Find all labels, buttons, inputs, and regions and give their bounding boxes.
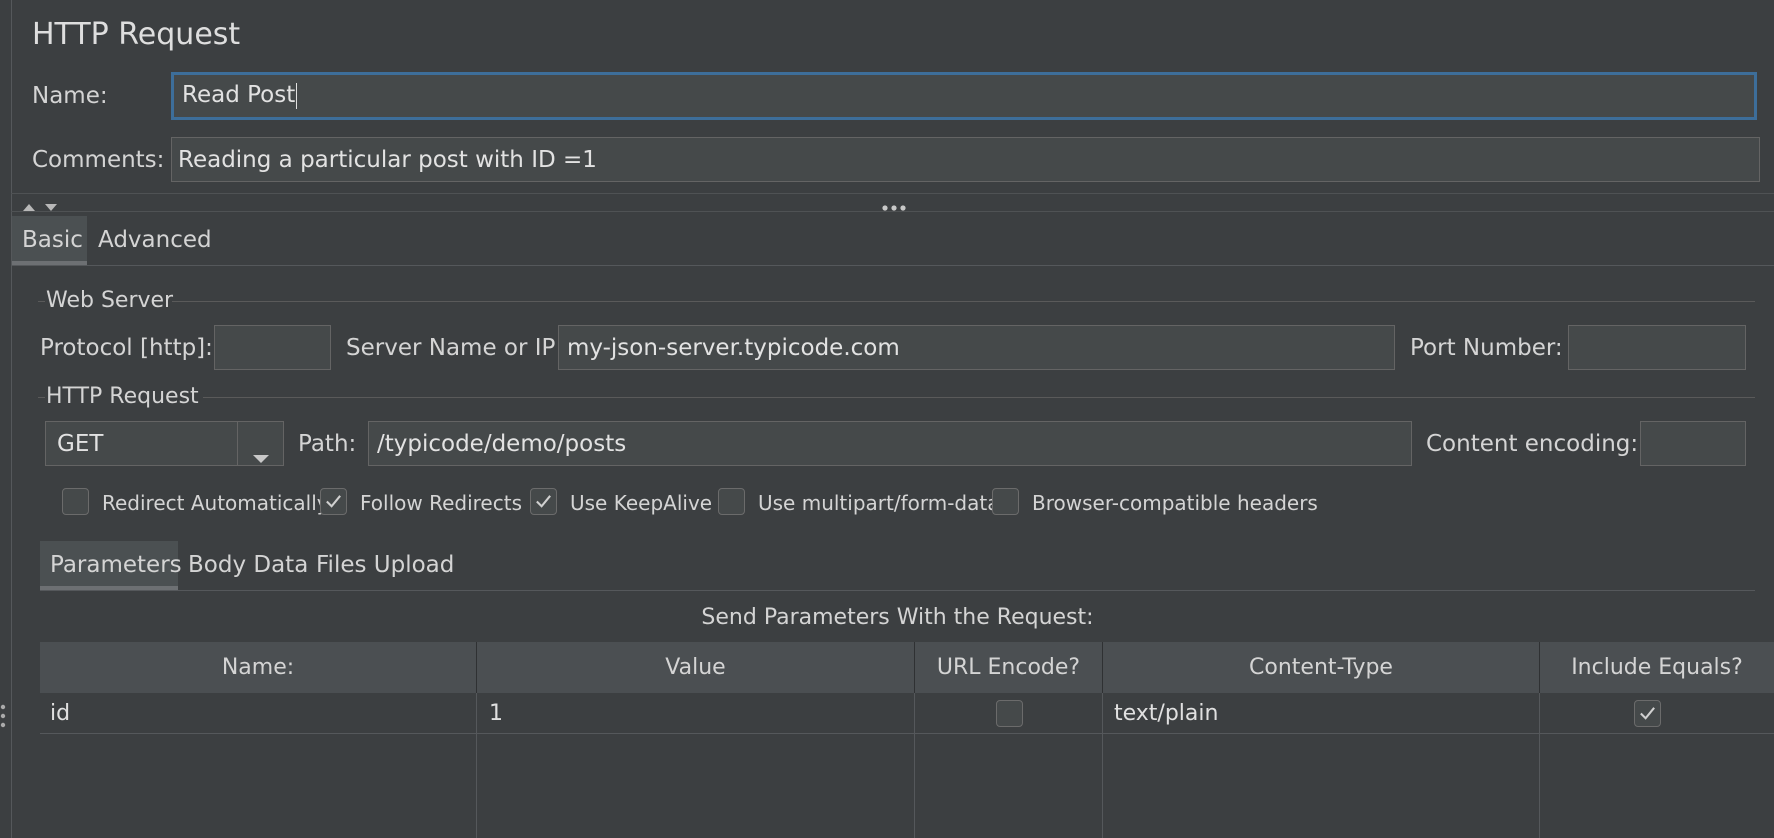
comments-field[interactable]: Reading a particular post with ID =1 bbox=[171, 137, 1760, 182]
name-value: Read Post bbox=[182, 82, 296, 108]
tab-body-data[interactable]: Body Data bbox=[188, 550, 308, 580]
port-field[interactable] bbox=[1568, 325, 1746, 370]
name-field[interactable]: Read Post bbox=[171, 72, 1757, 120]
server-label: Server Name or IP: bbox=[346, 335, 564, 361]
protocol-field[interactable] bbox=[214, 325, 331, 370]
collapse-up-icon[interactable] bbox=[21, 198, 37, 211]
content-encoding-label: Content encoding: bbox=[1426, 431, 1639, 457]
checkmark-icon bbox=[326, 495, 341, 508]
comments-label: Comments: bbox=[32, 147, 165, 173]
param-value-cell[interactable]: 1 bbox=[489, 696, 503, 732]
web-server-group-line bbox=[172, 301, 1755, 302]
redirect-automatically-label: Redirect Automatically bbox=[102, 491, 329, 515]
method-dropdown-divider bbox=[237, 422, 238, 465]
checkmark-icon bbox=[1640, 707, 1655, 720]
column-header-include-equals[interactable]: Include Equals? bbox=[1540, 642, 1774, 693]
collapse-down-icon[interactable] bbox=[43, 198, 59, 211]
dropdown-arrow-icon[interactable] bbox=[250, 437, 272, 463]
redirect-automatically-checkbox[interactable] bbox=[62, 488, 89, 515]
param-content-type-cell[interactable]: text/plain bbox=[1114, 696, 1218, 732]
web-server-group-label: Web Server bbox=[46, 288, 174, 313]
browser-compatible-headers-label: Browser-compatible headers bbox=[1032, 491, 1318, 515]
http-request-group-line bbox=[203, 397, 1755, 398]
side-grip-icon[interactable] bbox=[0, 703, 6, 729]
content-encoding-field[interactable] bbox=[1640, 421, 1746, 466]
tab-parameters[interactable]: Parameters bbox=[50, 550, 182, 580]
method-value: GET bbox=[57, 431, 104, 457]
path-field[interactable]: /typicode/demo/posts bbox=[368, 421, 1412, 466]
tabs-bottom-line bbox=[12, 265, 1774, 266]
column-header-name[interactable]: Name: bbox=[40, 642, 477, 693]
server-field[interactable]: my-json-server.typicode.com bbox=[558, 325, 1395, 370]
splitter-bottom-line bbox=[11, 211, 1774, 212]
port-label: Port Number: bbox=[1410, 335, 1563, 361]
follow-redirects-label: Follow Redirects bbox=[360, 491, 522, 515]
checkmark-icon bbox=[536, 495, 551, 508]
left-edge-line bbox=[11, 0, 12, 838]
column-header-url-encode[interactable]: URL Encode? bbox=[915, 642, 1103, 693]
http-request-group-line-left bbox=[38, 397, 45, 398]
use-multipart-label: Use multipart/form-data bbox=[758, 491, 1000, 515]
path-label: Path: bbox=[298, 431, 357, 457]
use-multipart-checkbox[interactable] bbox=[718, 488, 745, 515]
param-name-cell[interactable]: id bbox=[50, 696, 70, 732]
use-keepalive-label: Use KeepAlive bbox=[570, 491, 713, 515]
subtabs-bottom-line bbox=[40, 590, 1755, 591]
column-header-value[interactable]: Value bbox=[477, 642, 915, 693]
param-include-equals-checkbox[interactable] bbox=[1634, 700, 1661, 727]
browser-compatible-headers-checkbox[interactable] bbox=[992, 488, 1019, 515]
column-header-content-type[interactable]: Content-Type bbox=[1103, 642, 1540, 693]
page-title: HTTP Request bbox=[32, 17, 241, 52]
method-select[interactable]: GET bbox=[45, 421, 284, 466]
table-row-line bbox=[40, 733, 1774, 734]
http-request-group-label: HTTP Request bbox=[46, 384, 199, 409]
name-label: Name: bbox=[32, 83, 108, 109]
splitter-top-line bbox=[11, 193, 1774, 194]
follow-redirects-checkbox[interactable] bbox=[320, 488, 347, 515]
tab-basic[interactable]: Basic bbox=[22, 225, 83, 255]
tab-advanced[interactable]: Advanced bbox=[98, 225, 212, 255]
use-keepalive-checkbox[interactable] bbox=[530, 488, 557, 515]
protocol-label: Protocol [http]: bbox=[40, 335, 213, 361]
parameters-caption: Send Parameters With the Request: bbox=[701, 605, 1094, 630]
web-server-group-line-left bbox=[38, 301, 45, 302]
splitter-dots-icon[interactable] bbox=[880, 198, 908, 211]
tab-files-upload[interactable]: Files Upload bbox=[316, 550, 454, 580]
text-caret bbox=[296, 82, 298, 109]
table-row[interactable] bbox=[40, 694, 1774, 733]
param-url-encode-checkbox[interactable] bbox=[996, 700, 1023, 727]
